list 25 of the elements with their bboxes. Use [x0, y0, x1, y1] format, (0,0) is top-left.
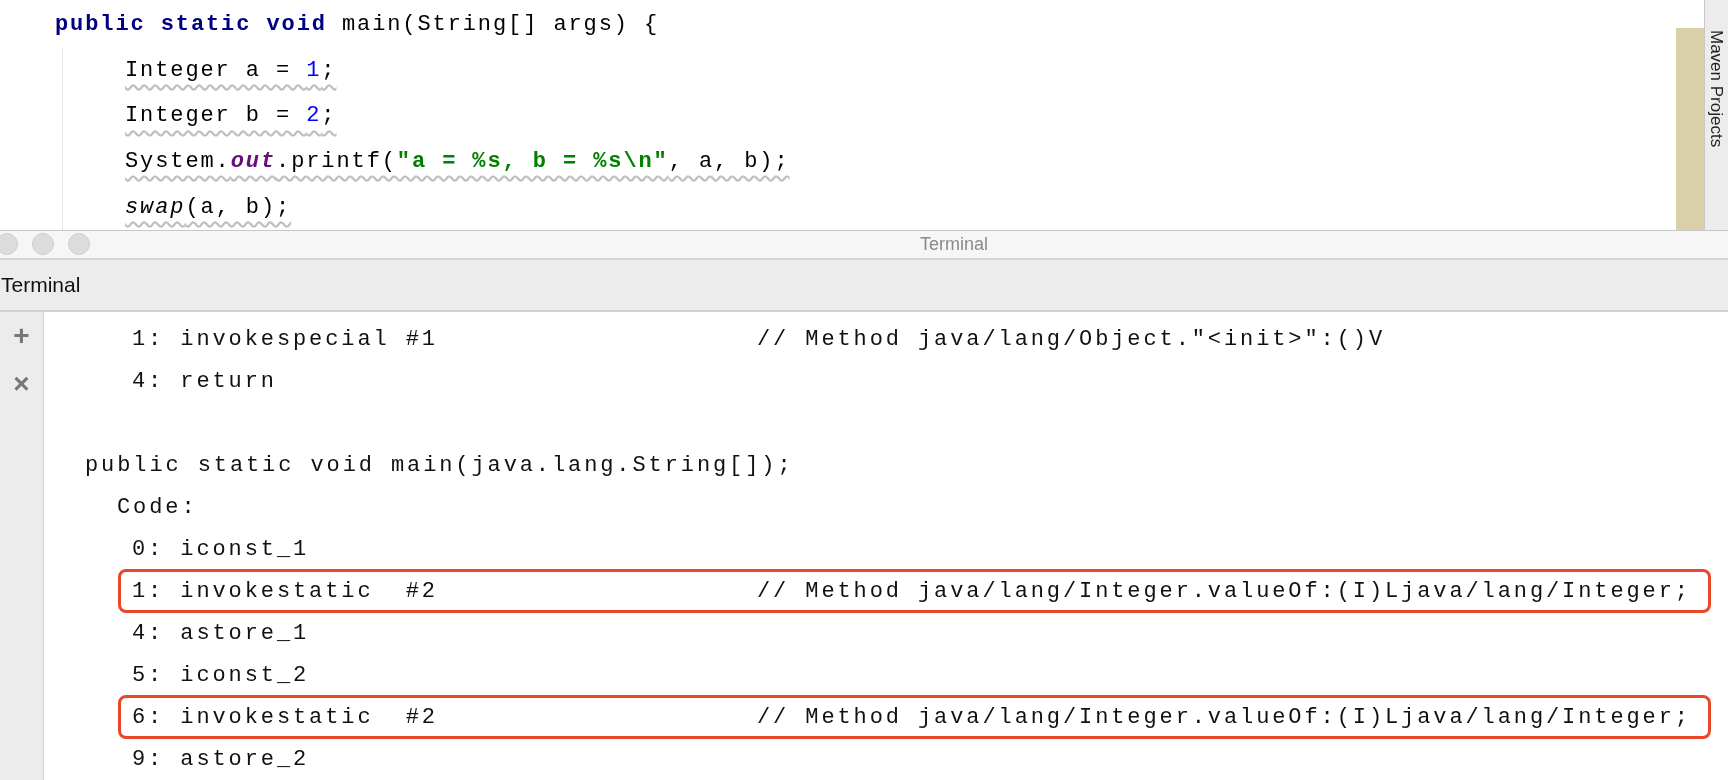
window-control-icon[interactable] [68, 233, 90, 256]
tool-window-title: Terminal [0, 272, 81, 299]
bytecode-comment: // Method java/lang/Object."<init>":()V [757, 325, 1385, 354]
window-control-icon[interactable] [32, 233, 54, 256]
method-signature: public static void main(java.lang.String[]); [85, 451, 794, 480]
bytecode-instruction: 4: return [132, 367, 278, 396]
code-label: Code: [117, 493, 198, 522]
code-line: Integer b = 2; [125, 102, 337, 131]
bytecode-comment: // Method java/lang/Integer.valueOf:(I)Ljava/lang/Integer; [757, 577, 1691, 606]
bytecode-instruction: 9: astore_2 [132, 745, 311, 774]
window-control-icon[interactable] [0, 233, 18, 256]
window-title: Terminal [920, 232, 988, 256]
code-line: public static void main(String[] args) { [55, 11, 660, 40]
code-line: System.out.printf("a = %s, b = %s\n", a, b); [125, 148, 790, 177]
new-session-button[interactable]: + [13, 320, 30, 352]
bytecode-instruction: 5: iconst_2 [132, 661, 311, 690]
code-line: swap(a, b); [125, 193, 292, 222]
bytecode-instruction: 1: invokestatic #2 [132, 577, 439, 606]
bytecode-instruction: 4: astore_1 [132, 619, 311, 648]
bytecode-instruction: 0: iconst_1 [132, 535, 311, 564]
bytecode-instruction: 1: invokespecial #1 [132, 325, 439, 354]
bytecode-comment: // Method java/lang/Integer.valueOf:(I)Ljava/lang/Integer; [757, 703, 1691, 732]
close-button[interactable]: × [13, 368, 30, 400]
bytecode-instruction: 6: invokestatic #2 [132, 703, 439, 732]
code-line: Integer a = 1; [125, 56, 337, 85]
